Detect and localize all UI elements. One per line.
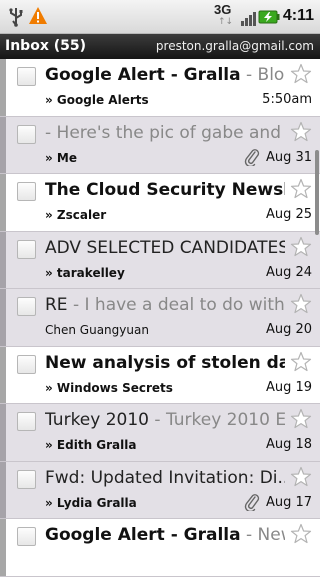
message-date: Aug 19: [265, 379, 312, 395]
message-row[interactable]: Fwd: Updated Invitation: Di... » Lydia G…: [0, 461, 320, 519]
message-subject-line: Google Alert - Gralla - New...: [45, 525, 285, 545]
message-list: Google Alert - Gralla - Blogs... » Googl…: [0, 59, 320, 577]
message-subject-line: New analysis of stolen da...: [45, 353, 285, 373]
message-subject: ADV SELECTED CANDIDATES...: [45, 237, 285, 258]
message-sender: » Lydia Gralla: [45, 495, 137, 510]
message-sender: » Windows Secrets: [45, 380, 173, 395]
message-snippet: - Turkey 2010 Ed...: [154, 410, 285, 430]
message-date: 5:50am: [262, 92, 312, 107]
select-checkbox[interactable]: [17, 354, 36, 374]
message-date: Aug 18: [265, 437, 312, 452]
message-subject: Turkey 2010: [45, 410, 149, 430]
star-icon[interactable]: [290, 351, 312, 373]
data-activity-icon: ↑↓: [218, 17, 234, 27]
message-subject-line: Google Alert - Gralla - Blogs...: [45, 65, 285, 85]
message-subject-line: RE - I have a deal to do with y...: [45, 295, 285, 315]
message-snippet: - Here's the pic of gabe and ...: [45, 122, 285, 143]
message-row[interactable]: Turkey 2010 - Turkey 2010 Ed... » Edith …: [0, 404, 320, 462]
message-subject: Google Alert - Gralla: [45, 65, 241, 85]
message-subject: Google Alert - Gralla: [45, 525, 241, 545]
battery-charging-icon: [258, 10, 280, 24]
select-checkbox[interactable]: [17, 527, 36, 546]
message-date: Aug 17: [265, 494, 312, 510]
message-date: Aug 24: [265, 264, 312, 280]
message-subject: The Cloud Security Newsl...: [45, 180, 285, 200]
inbox-header: Inbox (55) preston.gralla@gmail.com: [0, 34, 320, 59]
select-checkbox[interactable]: [17, 124, 36, 144]
message-subject-line: The Cloud Security Newsl...: [45, 180, 285, 200]
message-subject-line: ADV SELECTED CANDIDATES...: [45, 238, 285, 258]
message-subject: New analysis of stolen da...: [45, 352, 285, 373]
message-sender: Chen Guangyuan: [45, 323, 149, 337]
select-checkbox[interactable]: [17, 297, 36, 316]
attachment-icon: [244, 493, 260, 511]
message-snippet: - I have a deal to do with y...: [72, 295, 285, 315]
message-date: Aug 20: [265, 322, 312, 337]
attachment-icon: [244, 148, 260, 166]
message-date: Aug 31: [265, 149, 312, 165]
message-row[interactable]: The Cloud Security Newsl... » Zscaler Au…: [0, 174, 320, 232]
message-date: Aug 25: [265, 207, 312, 222]
star-icon[interactable]: [290, 293, 312, 315]
star-icon[interactable]: [290, 466, 312, 488]
account-email: preston.gralla@gmail.com: [155, 39, 314, 53]
message-row[interactable]: ADV SELECTED CANDIDATES... » tarakelley …: [0, 231, 320, 289]
message-sender: » Edith Gralla: [45, 438, 137, 452]
clock: 4:11: [282, 7, 314, 24]
message-sender: » Me: [45, 150, 78, 165]
star-icon[interactable]: [290, 236, 312, 258]
message-subject-line: Turkey 2010 - Turkey 2010 Ed...: [45, 410, 285, 430]
star-icon[interactable]: [290, 523, 312, 545]
message-sender: » tarakelley: [45, 265, 125, 280]
select-checkbox[interactable]: [17, 239, 36, 259]
star-icon[interactable]: [290, 178, 312, 200]
select-checkbox[interactable]: [17, 182, 36, 201]
status-bar: 3G ↑↓ 4:11: [0, 0, 320, 34]
network-type-label: 3G: [214, 2, 232, 17]
message-row[interactable]: RE - I have a deal to do with y... Chen …: [0, 289, 320, 347]
message-subject-line: Fwd: Updated Invitation: Di...: [45, 468, 285, 488]
star-icon[interactable]: [290, 121, 312, 143]
signal-icon: [241, 12, 256, 26]
select-checkbox[interactable]: [17, 412, 36, 431]
message-snippet: - New...: [246, 525, 285, 545]
message-subject-line: - Here's the pic of gabe and ...: [45, 123, 285, 143]
scrollbar[interactable]: [315, 150, 319, 235]
warning-icon: [29, 7, 47, 24]
message-sender: » Zscaler: [45, 208, 107, 222]
select-checkbox[interactable]: [17, 469, 36, 489]
star-icon[interactable]: [290, 63, 312, 85]
message-row[interactable]: New analysis of stolen da... » Windows S…: [0, 346, 320, 404]
inbox-title: Inbox (55): [5, 38, 86, 54]
message-snippet: - Blogs...: [246, 65, 285, 85]
message-row[interactable]: - Here's the pic of gabe and ... » Me Au…: [0, 116, 320, 174]
usb-icon: [9, 8, 23, 27]
select-checkbox[interactable]: [17, 67, 36, 86]
message-subject: Fwd: Updated Invitation: Di...: [45, 467, 285, 488]
message-row[interactable]: Google Alert - Gralla - Blogs... » Googl…: [0, 59, 320, 117]
message-sender: » Google Alerts: [45, 93, 149, 107]
message-row[interactable]: Google Alert - Gralla - New...: [0, 519, 320, 577]
star-icon[interactable]: [290, 408, 312, 430]
message-subject: RE: [45, 295, 68, 315]
